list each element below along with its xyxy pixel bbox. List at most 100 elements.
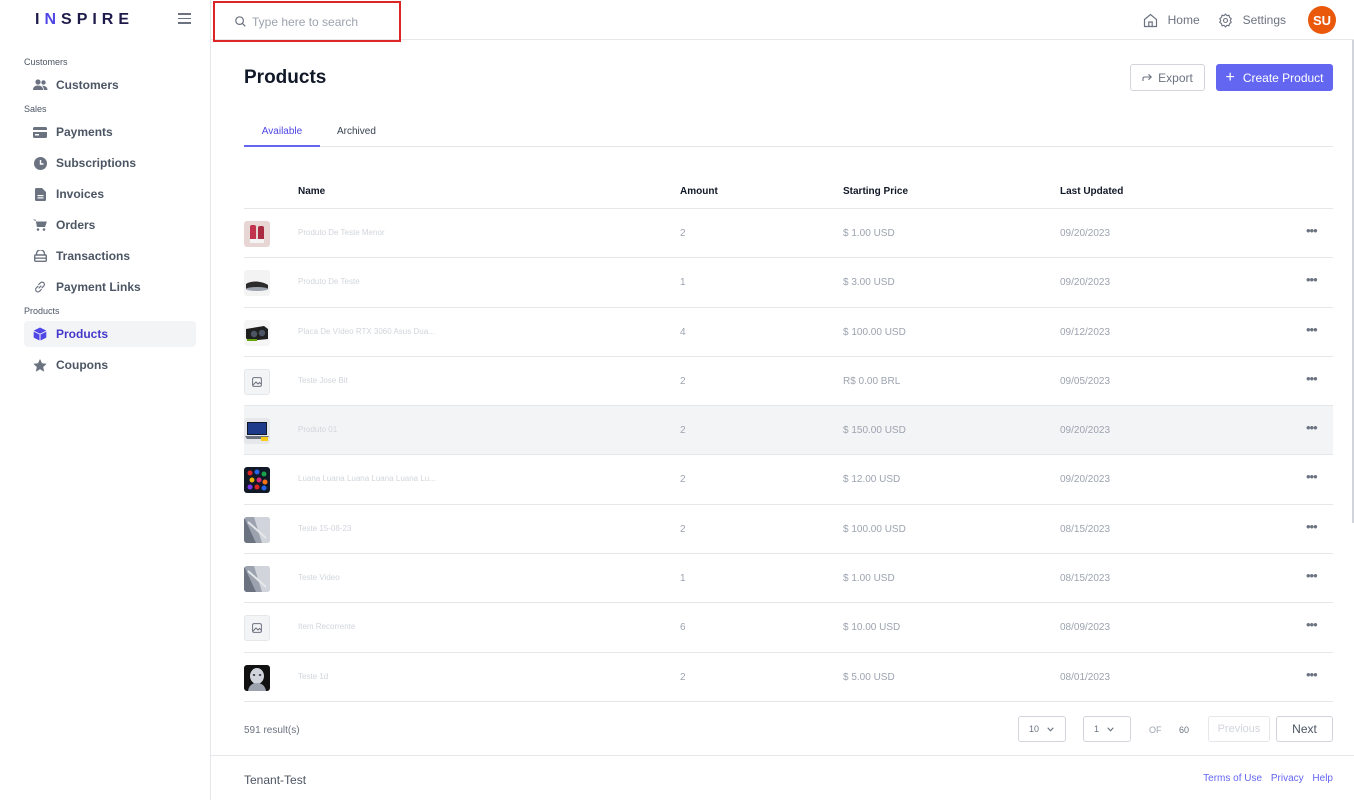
product-thumbnail — [244, 418, 270, 445]
product-price: $ 100.00 USD — [843, 326, 906, 338]
of-label: OF — [1149, 725, 1162, 735]
product-date: 09/20/2023 — [1060, 474, 1111, 486]
export-button[interactable]: Export — [1130, 64, 1205, 91]
table-row[interactable]: Produto 01 2 $ 150.00 USD 09/20/2023 ••• — [244, 406, 1333, 456]
product-thumbnail — [244, 270, 270, 297]
previous-button[interactable]: Previous — [1208, 716, 1270, 742]
table-row[interactable]: Produto De Teste 1 $ 3.00 USD 09/20/2023… — [244, 258, 1333, 308]
home-link[interactable]: Home — [1143, 13, 1200, 28]
share-arrow-icon — [1142, 73, 1153, 81]
settings-link[interactable]: Settings — [1218, 12, 1286, 28]
create-product-button[interactable]: + Create Product — [1216, 64, 1333, 91]
link-icon — [32, 279, 48, 295]
row-actions-icon[interactable]: ••• — [1306, 469, 1318, 484]
menu-toggle-icon[interactable] — [178, 13, 191, 24]
section-label-sales: Sales — [24, 104, 47, 114]
row-actions-icon[interactable]: ••• — [1306, 272, 1318, 287]
row-actions-icon[interactable]: ••• — [1306, 420, 1318, 435]
sidebar-item-label: Payment Links — [56, 280, 141, 294]
sidebar-item-orders[interactable]: Orders — [24, 212, 196, 238]
sidebar-item-coupons[interactable]: Coupons — [24, 352, 196, 378]
brand-logo[interactable]: INSPIRE — [35, 11, 134, 29]
sidebar-item-label: Subscriptions — [56, 156, 137, 170]
product-name: Teste Video — [298, 573, 340, 583]
product-name: Teste 15-08-23 — [298, 523, 352, 533]
product-name: Teste Jose Bit — [298, 375, 348, 385]
image-placeholder-icon — [244, 368, 270, 395]
sidebar-item-subscriptions[interactable]: Subscriptions — [24, 150, 196, 176]
image-placeholder-icon — [244, 615, 270, 642]
product-thumbnail — [244, 664, 270, 691]
create-product-label: Create Product — [1242, 70, 1324, 85]
row-actions-icon[interactable]: ••• — [1306, 617, 1318, 632]
table-row[interactable]: Teste 15-08-23 2 $ 100.00 USD 08/15/2023… — [244, 505, 1333, 555]
table-row[interactable]: Luana Luana Luana Luana Luana Lu... 2 $ … — [244, 455, 1333, 505]
page-select[interactable]: 1 — [1083, 716, 1131, 742]
star-icon — [32, 357, 48, 373]
box-icon — [32, 326, 48, 342]
product-amount: 2 — [680, 228, 686, 239]
next-button[interactable]: Next — [1276, 716, 1333, 742]
product-name: Teste 1d — [298, 671, 329, 681]
sidebar-item-products[interactable]: Products — [24, 321, 196, 347]
product-price: $ 12.00 USD — [843, 474, 901, 486]
product-thumbnail — [244, 516, 270, 543]
table-row[interactable]: Teste 1d 2 $ 5.00 USD 08/01/2023 ••• — [244, 653, 1333, 702]
page-value: 1 — [1094, 724, 1100, 734]
product-date: 08/15/2023 — [1060, 523, 1111, 535]
home-label: Home — [1167, 13, 1200, 27]
product-date: 09/12/2023 — [1060, 326, 1111, 338]
chevron-down-icon — [1107, 726, 1114, 732]
search-icon — [235, 16, 246, 27]
row-actions-icon[interactable]: ••• — [1306, 322, 1318, 337]
file-icon — [32, 186, 48, 202]
product-name: Luana Luana Luana Luana Luana Lu... — [298, 474, 436, 484]
products-table: Name Amount Starting Price Last Updated … — [244, 178, 1333, 702]
product-thumbnail — [244, 319, 270, 346]
results-count: 591 result(s) — [244, 725, 300, 736]
product-price: $ 1.00 USD — [843, 573, 895, 585]
table-row[interactable]: Teste Video 1 $ 1.00 USD 08/15/2023 ••• — [244, 554, 1333, 604]
table-row[interactable]: Produto De Teste Menor 2 $ 1.00 USD 09/2… — [244, 209, 1333, 259]
product-thumbnail — [244, 467, 270, 494]
page-size-value: 10 — [1029, 724, 1040, 734]
sidebar-item-customers[interactable]: Customers — [24, 72, 196, 98]
product-price: R$ 0.00 BRL — [843, 375, 901, 387]
home-icon — [1143, 13, 1157, 27]
tenant-name: Tenant-Test — [244, 773, 307, 787]
app: INSPIRE Customers Customers Sales Paymen… — [0, 0, 1354, 800]
page-size-select[interactable]: 10 — [1018, 716, 1066, 742]
sidebar-item-invoices[interactable]: Invoices — [24, 181, 196, 207]
tab-available[interactable]: Available — [244, 126, 320, 147]
product-amount: 6 — [680, 622, 686, 634]
product-amount: 1 — [680, 277, 686, 289]
sidebar-item-payments[interactable]: Payments — [24, 119, 196, 145]
row-actions-icon[interactable]: ••• — [1306, 223, 1318, 238]
product-amount: 2 — [680, 474, 686, 486]
row-actions-icon[interactable]: ••• — [1306, 667, 1318, 682]
sidebar-item-transactions[interactable]: Transactions — [24, 243, 196, 269]
top-links: Home Settings SU — [1125, 0, 1336, 40]
privacy-link[interactable]: Privacy — [1271, 773, 1304, 784]
product-amount: 2 — [680, 375, 686, 387]
product-price: $ 150.00 USD — [843, 425, 906, 437]
avatar[interactable]: SU — [1308, 6, 1336, 34]
terms-link[interactable]: Terms of Use — [1203, 773, 1262, 784]
sidebar-item-payment-links[interactable]: Payment Links — [24, 274, 196, 300]
table-row[interactable]: Item Recorrente 6 $ 10.00 USD 08/09/2023… — [244, 603, 1333, 653]
product-price: $ 5.00 USD — [843, 671, 895, 683]
row-actions-icon[interactable]: ••• — [1306, 371, 1318, 386]
table-row[interactable]: Teste Jose Bit 2 R$ 0.00 BRL 09/05/2023 … — [244, 357, 1333, 407]
header-last-updated: Last Updated — [1060, 186, 1124, 197]
product-price: $ 10.00 USD — [843, 622, 901, 634]
help-link[interactable]: Help — [1312, 773, 1333, 784]
search-input[interactable] — [252, 14, 392, 29]
page-title: Products — [244, 67, 327, 88]
row-actions-icon[interactable]: ••• — [1306, 568, 1318, 583]
tab-archived[interactable]: Archived — [337, 126, 376, 147]
search-box[interactable] — [213, 1, 401, 42]
plus-icon: + — [1225, 68, 1235, 86]
brand-accent: N — [44, 11, 62, 28]
table-row[interactable]: Placa De Vídeo RTX 3060 Asus Dua... 4 $ … — [244, 308, 1333, 357]
row-actions-icon[interactable]: ••• — [1306, 519, 1318, 534]
